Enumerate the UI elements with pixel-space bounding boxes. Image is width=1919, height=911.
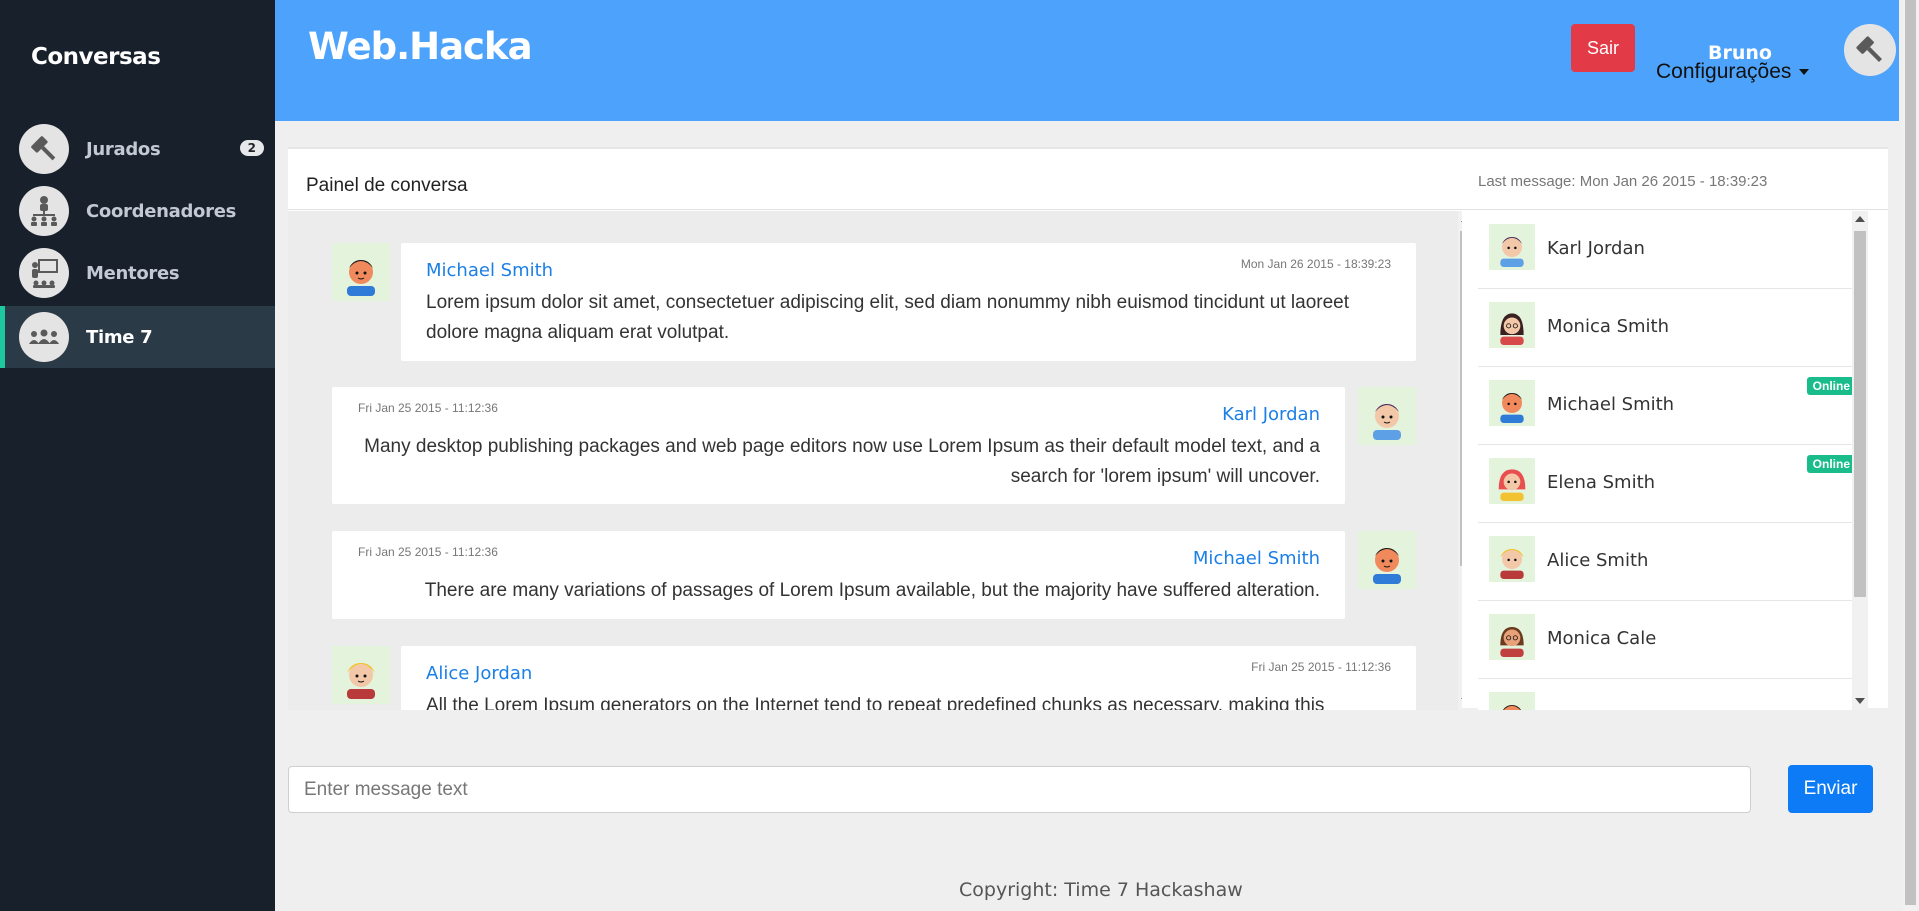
sidebar-item-label: Time 7 [86,326,153,348]
gavel-icon [1856,36,1882,62]
unread-badge: 2 [239,140,264,156]
message-card: Michael Smith Mon Jan 26 2015 - 18:39:23… [401,243,1416,361]
scroll-up-icon[interactable] [1855,216,1865,222]
sidebar-title: Conversas [31,44,161,70]
message-input[interactable] [288,766,1751,813]
send-button[interactable]: Enviar [1788,765,1873,813]
message-author[interactable]: Alice Jordan [426,663,532,684]
avatar [1489,380,1535,426]
user-list-scrollbar[interactable] [1852,211,1868,710]
user-list-item[interactable]: Monica Cale [1478,601,1868,679]
scroll-down-icon[interactable] [1461,698,1462,704]
message-card: Fri Jan 25 2015 - 11:12:36 Michael Smith… [332,531,1345,619]
message-author[interactable]: Michael Smith [1193,548,1320,569]
user-name: Michael Smith [1547,394,1675,415]
message-timestamp: Fri Jan 25 2015 - 11:12:36 [358,401,498,415]
online-badge: Online [1806,377,1856,395]
settings-dropdown[interactable]: Configurações [1656,60,1810,84]
online-badge: Online [1806,455,1856,473]
scroll-up-icon[interactable] [1461,216,1462,222]
sidebar-item-jurados[interactable]: Jurados 2 [0,118,275,180]
chat-panel: Painel de conversa Last message: Mon Jan… [288,147,1888,710]
panel-title: Painel de conversa [306,175,468,196]
gavel-icon [19,124,69,174]
user-avatar[interactable] [1844,24,1896,76]
presentation-icon [19,248,69,298]
avatar [1489,614,1535,660]
user-name: Monica Smith [1547,316,1670,337]
messages-scrollbar[interactable] [1458,211,1462,710]
avatar [1358,531,1416,589]
avatar [1489,536,1535,582]
sidebar-item-label: Jurados [86,138,161,160]
sidebar-item-mentores[interactable]: Mentores [0,242,275,304]
scrollbar-thumb[interactable] [1905,0,1916,905]
message-timestamp: Mon Jan 26 2015 - 18:39:23 [1240,257,1391,271]
avatar [1489,302,1535,348]
brand-logo[interactable]: Web.Hacka [308,25,533,68]
user-name: Elena Smith [1547,472,1656,493]
user-name: Alice Smith [1547,550,1649,571]
message-author[interactable]: Michael Smith [426,260,553,281]
panel-header: Painel de conversa Last message: Mon Jan… [288,149,1888,210]
message-author[interactable]: Karl Jordan [1222,404,1320,425]
chevron-down-icon [1799,69,1810,75]
scrollbar-thumb[interactable] [1460,231,1462,566]
user-list-item[interactable]: Karl Jordan [1478,211,1868,289]
team-icon [19,312,69,362]
user-name: Karl Jordan [1547,238,1645,259]
settings-label: Configurações [1656,60,1792,83]
sidebar-item-label: Coordenadores [86,200,237,222]
user-list-item[interactable]: Elena Smith Online [1478,445,1868,523]
avatar [1358,387,1416,445]
message-list[interactable]: Michael Smith Mon Jan 26 2015 - 18:39:23… [288,211,1462,710]
sidebar: Conversas Jurados 2 Coordenadores Mentor… [0,0,275,911]
sidebar-item-label: Mentores [86,262,180,284]
message-text: There are many variations of passages of… [424,580,1320,601]
avatar [1489,458,1535,504]
avatar [332,243,390,301]
scroll-down-icon[interactable] [1855,698,1865,704]
user-list-item[interactable]: Monica Smith [1478,289,1868,367]
avatar [1489,692,1535,710]
user-list-item[interactable]: Alice Smith [1478,523,1868,601]
user-list-item[interactable] [1478,679,1868,710]
user-name: Monica Cale [1547,628,1657,649]
message-card: Alice Jordan Fri Jan 25 2015 - 11:12:36 … [401,646,1416,710]
avatar [332,646,390,704]
message-text: All the Lorem Ipsum generators on the In… [426,695,1325,710]
top-header: Web.Hacka Sair Bruno Configurações [275,0,1899,121]
last-message-time: Last message: Mon Jan 26 2015 - 18:39:23 [1478,173,1768,190]
logout-button[interactable]: Sair [1571,24,1635,72]
message-timestamp: Fri Jan 25 2015 - 11:12:36 [358,545,498,559]
user-list[interactable]: Karl Jordan Monica Smith Michael Smith O… [1478,211,1868,710]
page-scrollbar[interactable] [1902,0,1919,911]
message-text: Many desktop publishing packages and web… [364,436,1320,487]
message-timestamp: Fri Jan 25 2015 - 11:12:36 [1251,660,1391,674]
user-list-item[interactable]: Michael Smith Online [1478,367,1868,445]
message-text: Lorem ipsum dolor sit amet, consectetuer… [426,292,1350,343]
message-card: Fri Jan 25 2015 - 11:12:36 Karl Jordan M… [332,387,1345,504]
hierarchy-icon [19,186,69,236]
sidebar-item-time-7[interactable]: Time 7 [0,306,275,368]
sidebar-item-coordenadores[interactable]: Coordenadores [0,180,275,242]
avatar [1489,224,1535,270]
scrollbar-thumb[interactable] [1854,231,1866,597]
footer-copyright: Copyright: Time 7 Hackashaw [959,879,1243,901]
